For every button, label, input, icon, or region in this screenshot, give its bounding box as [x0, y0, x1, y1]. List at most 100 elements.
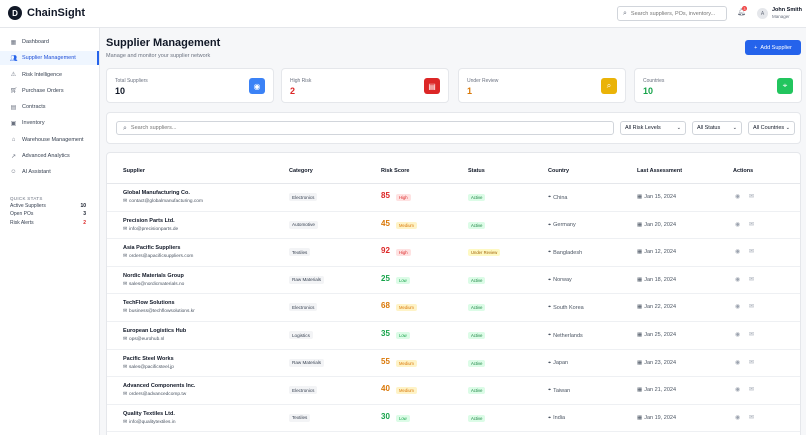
table-row[interactable]: European Logistics Hub ✉ ops@eurohub.nl Log…	[107, 322, 800, 350]
top-bar: D ChainSight ⌕ 🔔︎ 3 A John Smith Manager	[0, 0, 806, 28]
user-name: John Smith	[772, 7, 802, 13]
status-select[interactable]: All Status ⌄	[692, 121, 742, 135]
mail-icon: ✉	[749, 221, 755, 228]
sidebar-item-contracts[interactable]: ▤ Contracts	[0, 100, 99, 114]
view-button[interactable]: ◉	[735, 193, 740, 200]
stat-label: High Risk	[290, 78, 312, 84]
quick-stat-row: Risk Alerts 2	[0, 218, 99, 227]
location-icon: ⌖	[548, 387, 552, 394]
email-button[interactable]: ✉	[749, 331, 754, 338]
country-name: Bangladesh	[553, 249, 583, 256]
mail-icon: ✉	[123, 199, 128, 204]
last-assessment: ▦ Jan 20, 2024	[637, 222, 676, 228]
location-icon: ⌖	[548, 194, 552, 200]
supplier-name[interactable]: TechFlow Solutions	[123, 300, 175, 306]
category-badge: Textiles	[289, 413, 311, 422]
add-supplier-button[interactable]: + Add Supplier	[745, 40, 801, 55]
location-icon: ⌖	[548, 359, 552, 366]
sidebar-item-risk-intelligence[interactable]: ⚠ Risk Intelligence	[0, 68, 99, 82]
supplier-name[interactable]: Advanced Components Inc.	[123, 383, 195, 389]
risk-score: 92	[381, 246, 390, 256]
supplier-name[interactable]: Global Manufacturing Co.	[123, 190, 190, 196]
mail-icon: ✉	[123, 309, 128, 315]
supplier-email: ✉ sales@pacificsteel.jp	[123, 365, 174, 370]
view-button[interactable]: ◉	[735, 248, 740, 255]
view-button[interactable]: ◉	[735, 276, 740, 283]
mail-icon: ✉	[123, 254, 128, 260]
view-button[interactable]: ◉	[735, 331, 740, 338]
table-row[interactable]: Precision Parts Ltd. ✉ info@precisionparts…	[107, 212, 800, 240]
quick-stat-label: Active Suppliers	[10, 202, 46, 209]
supplier-email: ✉ sales@nordicmaterials.no	[123, 282, 184, 287]
risk-badge: High	[396, 194, 411, 201]
table-row[interactable]: Nordic Materials Group ✉ sales@nordicmater…	[107, 267, 800, 295]
supplier-name[interactable]: Asia Pacific Suppliers	[123, 245, 180, 251]
column-header-last-assessment: Last Assessment	[637, 168, 683, 174]
view-button[interactable]: ◉	[735, 414, 740, 421]
view-button[interactable]: ◉	[735, 303, 740, 310]
email-button[interactable]: ✉	[749, 414, 754, 421]
table-row[interactable]: Advanced Components Inc. ✉ orders@advanced…	[107, 377, 800, 405]
sidebar-item-label: Warehouse Management	[22, 136, 84, 143]
app-logo[interactable]: D ChainSight	[8, 6, 85, 20]
email-button[interactable]: ✉	[749, 276, 754, 283]
supplier-name[interactable]: Quality Textiles Ltd.	[123, 411, 175, 417]
sidebar-item-warehouse-management[interactable]: ⌂ Warehouse Management	[0, 133, 99, 147]
supplier-email: ✉ orders@apacificsuppliers.com	[123, 254, 193, 259]
category-badge: Automotive	[289, 220, 318, 229]
country: ⌖ India	[548, 415, 565, 422]
country-select[interactable]: All Countries ⌄	[748, 121, 795, 135]
supplier-name[interactable]: Pacific Steel Works	[123, 356, 174, 362]
stat-value: 10	[643, 86, 654, 96]
calendar-icon: ▦	[637, 332, 643, 338]
search-icon: ⌕	[623, 10, 627, 17]
email-button[interactable]: ✉	[749, 359, 754, 366]
country: ⌖ China	[548, 194, 567, 201]
sidebar-item-purchase-orders[interactable]: 🛒︎ Purchase Orders	[0, 84, 99, 98]
eye-icon: ◉	[735, 276, 741, 283]
supplier-search-input[interactable]	[130, 125, 601, 131]
table-row[interactable]: Asia Pacific Suppliers ✉ orders@apacificsu…	[107, 239, 800, 267]
table-row[interactable]: Pacific Steel Works ✉ sales@pacificsteel.j…	[107, 350, 800, 378]
stat-label: Under Review	[467, 78, 499, 84]
risk-badge: High	[396, 249, 411, 257]
email-button[interactable]: ✉	[749, 221, 754, 228]
supplier-search[interactable]: ⌕	[116, 121, 614, 135]
table-row[interactable]: Quality Textiles Ltd. ✉ info@qualitytextil…	[107, 405, 800, 433]
risk-level-select[interactable]: All Risk Levels ⌄	[620, 121, 686, 135]
location-icon: ⌖	[548, 332, 552, 338]
last-assessment-date: Jan 25, 2024	[644, 332, 677, 338]
supplier-name[interactable]: European Logistics Hub	[123, 328, 186, 334]
stat-card-countries: Countries 10 ⌖	[634, 68, 802, 103]
risk-badge: Low	[396, 276, 410, 284]
email-button[interactable]: ✉	[749, 386, 754, 393]
chevron-down-icon: ⌄	[785, 125, 790, 131]
view-button[interactable]: ◉	[735, 359, 740, 366]
view-button[interactable]: ◉	[735, 221, 740, 228]
supplier-name[interactable]: Nordic Materials Group	[123, 273, 184, 279]
column-header-status: Status	[468, 168, 485, 174]
email-button[interactable]: ✉	[749, 248, 754, 255]
mail-icon: ✉	[123, 337, 128, 342]
sidebar-item-dashboard[interactable]: ▦ Dashboard	[0, 35, 99, 49]
email-button[interactable]: ✉	[749, 303, 754, 310]
supplier-name[interactable]: Precision Parts Ltd.	[123, 218, 175, 224]
global-search[interactable]: ⌕	[617, 6, 727, 21]
table-row[interactable]: TechFlow Solutions ✉ business@techflowsolu…	[107, 294, 800, 322]
mail-icon: ✉	[749, 194, 755, 200]
sidebar-item-advanced-analytics[interactable]: ↗ Advanced Analytics	[0, 149, 99, 163]
global-search-input[interactable]	[630, 10, 721, 17]
table-row[interactable]: Global Manufacturing Co. ✉ contact@globalm…	[107, 184, 800, 212]
logo-mark: D	[8, 6, 22, 20]
view-button[interactable]: ◉	[735, 386, 740, 393]
avatar: A	[757, 8, 768, 19]
mail-icon: ✉	[123, 281, 128, 287]
mail-icon: ✉	[123, 419, 128, 425]
last-assessment-date: Jan 20, 2024	[644, 221, 677, 228]
sidebar-item-inventory[interactable]: ▣ Inventory	[0, 116, 99, 130]
sidebar-item-ai-assistant[interactable]: ☺ AI Assistant	[0, 165, 99, 179]
user-menu[interactable]: A John Smith Manager	[757, 7, 802, 20]
email-button[interactable]: ✉	[749, 193, 754, 200]
column-header-supplier: Supplier	[123, 168, 146, 174]
sidebar-item-supplier-management[interactable]: 👥︎ Supplier Management	[0, 51, 99, 66]
